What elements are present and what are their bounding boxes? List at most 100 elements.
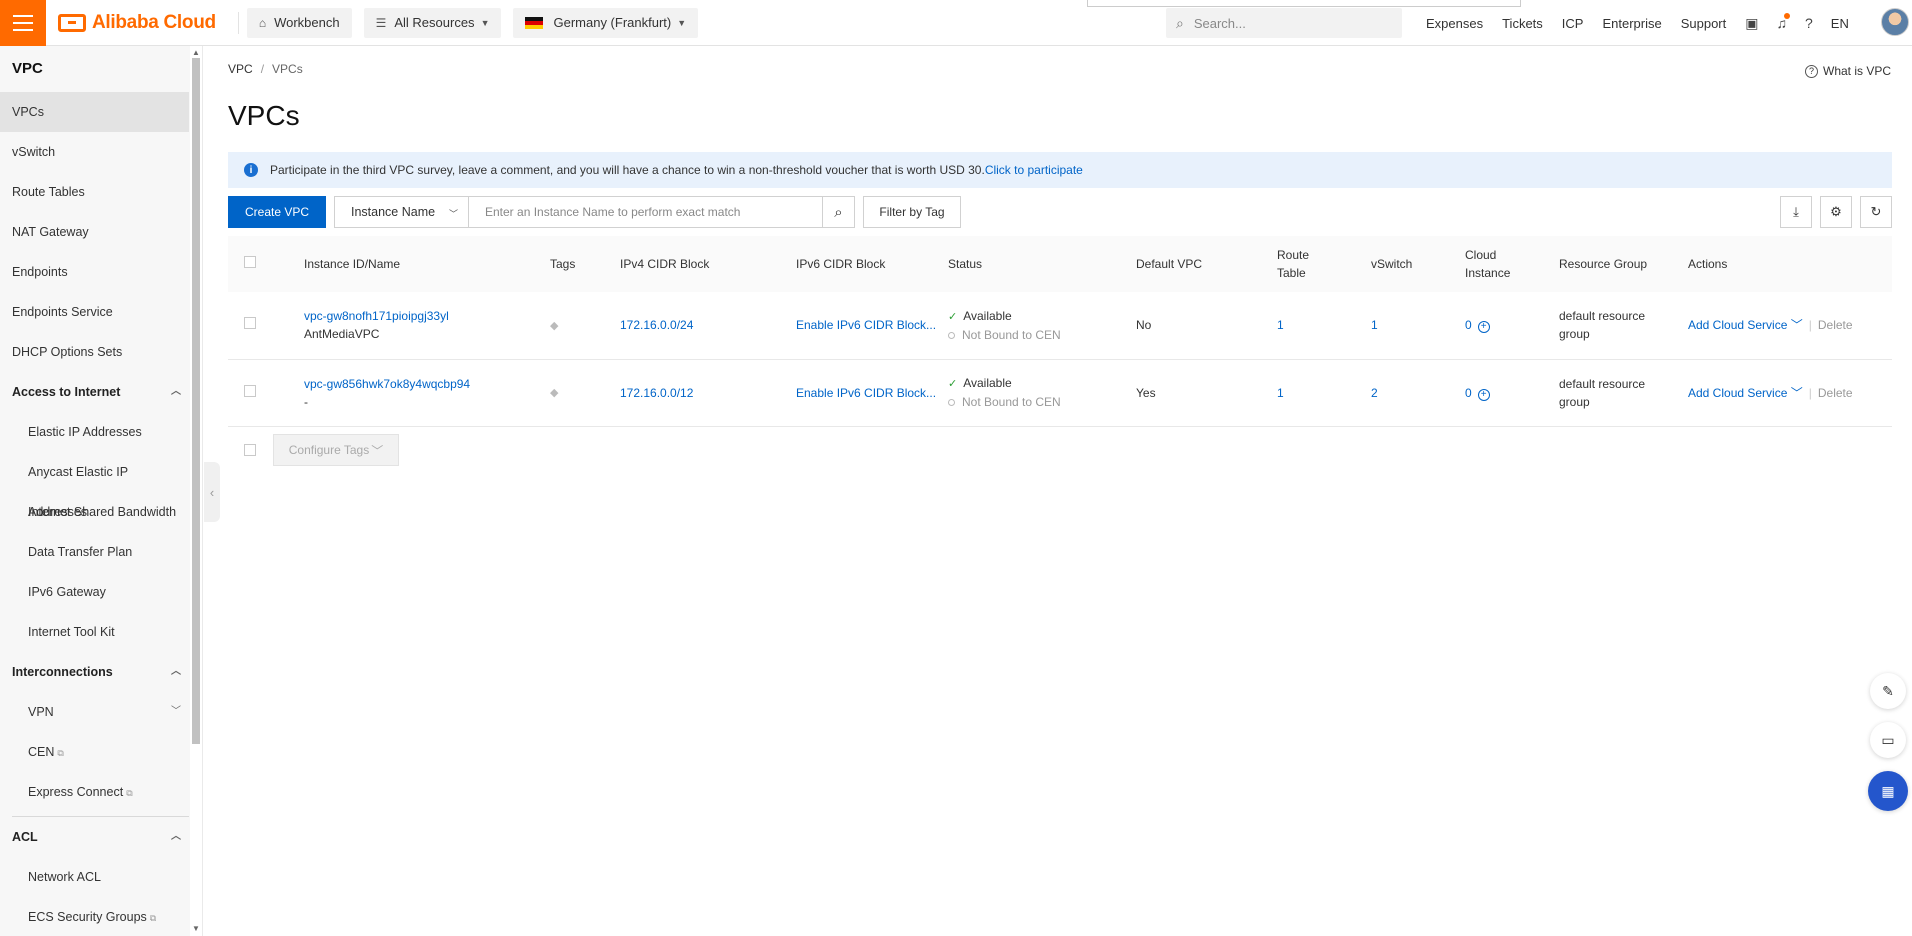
add-circle-icon[interactable]: + — [1477, 388, 1490, 401]
chevron-down-icon: ﹀ — [371, 443, 384, 458]
collapse-sidebar-icon[interactable]: ‹ — [204, 462, 220, 522]
apps-grid-icon[interactable]: ▦ — [1868, 771, 1908, 811]
external-link-icon: ⧉ — [149, 913, 157, 923]
chevron-down-icon: ▼ — [480, 17, 490, 28]
global-search-input[interactable]: ⌕ Search... — [1166, 8, 1402, 38]
scroll-down-icon[interactable]: ▼ — [192, 924, 200, 933]
search-button[interactable]: ⌕ — [823, 196, 855, 228]
survey-notice: i Participate in the third VPC survey, l… — [228, 152, 1892, 188]
terminal-icon[interactable]: ▣ — [1745, 15, 1758, 32]
brand-logo[interactable]: Alibaba Cloud — [58, 0, 216, 46]
footer-select-checkbox[interactable] — [244, 444, 256, 456]
what-is-vpc-link[interactable]: ? What is VPC — [1805, 64, 1891, 78]
sidebar-item-cen[interactable]: CEN ⧉ — [0, 732, 189, 772]
sidebar-group-interconnections[interactable]: Interconnections ︿ — [0, 652, 189, 692]
sidebar-item-vpn[interactable]: VPN ﹀ — [0, 692, 189, 732]
add-circle-icon[interactable]: + — [1477, 321, 1490, 334]
sidebar-item-anycast-eip[interactable]: Anycast Elastic IP Addresses — [0, 452, 189, 519]
germany-flag-icon — [525, 16, 544, 29]
server-icon: ☰ — [375, 15, 387, 30]
sidebar-item-eip[interactable]: Elastic IP Addresses — [0, 412, 189, 452]
nav-enterprise[interactable]: Enterprise — [1602, 16, 1661, 31]
filter-by-tag-button[interactable]: Filter by Tag — [863, 196, 961, 228]
nav-support[interactable]: Support — [1681, 16, 1727, 31]
vswitch-link[interactable]: 2 — [1371, 386, 1378, 400]
refresh-icon[interactable]: ↻ — [1860, 196, 1892, 228]
chevron-down-icon: ﹀ — [448, 209, 458, 219]
sidebar-item-shared-bandwidth[interactable]: Internet Shared Bandwidth — [0, 492, 189, 532]
col-actions: Actions — [1686, 236, 1892, 292]
col-status: Status — [946, 236, 1134, 292]
nav-icp[interactable]: ICP — [1562, 16, 1584, 31]
sidebar-scrollbar[interactable] — [192, 58, 200, 744]
enable-ipv6-link[interactable]: Enable IPv6 CIDR Block... — [796, 386, 936, 400]
region-selector[interactable]: Germany (Frankfurt) ▼ — [513, 7, 699, 38]
default-vpc: No — [1134, 292, 1275, 360]
ipv4-link[interactable]: 172.16.0.0/24 — [620, 318, 693, 332]
sidebar-item-vpcs[interactable]: VPCs — [0, 92, 189, 132]
menu-icon[interactable] — [0, 0, 46, 46]
tag-icon[interactable]: ◆ — [550, 387, 558, 399]
delete-button[interactable]: Delete — [1818, 318, 1853, 332]
question-icon: ? — [1805, 64, 1818, 78]
col-vswitch: vSwitch — [1369, 236, 1463, 292]
route-table-link[interactable]: 1 — [1277, 386, 1284, 400]
delete-button[interactable]: Delete — [1818, 386, 1853, 400]
vpc-id-link[interactable]: vpc-gw8nofh171pioipgj33yl — [304, 309, 449, 323]
filter-field-select[interactable]: Instance Name ﹀ — [334, 196, 469, 228]
feedback-icon[interactable]: ✎ — [1870, 673, 1906, 709]
vswitch-link[interactable]: 1 — [1371, 318, 1378, 332]
cloud-instance-link[interactable]: 0 — [1465, 318, 1472, 332]
sidebar-item-network-acl[interactable]: Network ACL — [0, 857, 189, 897]
cloud-instance-link[interactable]: 0 — [1465, 386, 1472, 400]
sidebar-group-access[interactable]: Access to Internet ︿ — [0, 372, 189, 412]
breadcrumb-vpcs: VPCs — [272, 62, 303, 76]
sidebar-group-acl[interactable]: ACL ︿ — [0, 817, 189, 857]
sidebar: VPC VPCs vSwitch Route Tables NAT Gatewa… — [0, 46, 190, 936]
vpc-name: - — [304, 394, 308, 409]
sidebar-item-dhcp[interactable]: DHCP Options Sets — [0, 332, 189, 372]
gear-icon[interactable]: ⚙ — [1820, 196, 1852, 228]
sidebar-item-endpoints[interactable]: Endpoints — [0, 252, 189, 292]
chevron-down-icon: ﹀ — [1790, 318, 1803, 333]
sidebar-item-data-transfer[interactable]: Data Transfer Plan — [0, 532, 189, 572]
sidebar-item-vswitch[interactable]: vSwitch — [0, 132, 189, 172]
sidebar-item-ipv6-gateway[interactable]: IPv6 Gateway — [0, 572, 189, 612]
download-icon[interactable]: ⤓ — [1780, 196, 1812, 228]
workbench-button[interactable]: ⌂ Workbench — [246, 7, 352, 38]
ipv4-link[interactable]: 172.16.0.0/12 — [620, 386, 693, 400]
scroll-up-icon[interactable]: ▲ — [192, 48, 200, 57]
add-cloud-service-button[interactable]: Add Cloud Service ﹀ — [1688, 386, 1803, 400]
sidebar-item-nat-gateway[interactable]: NAT Gateway — [0, 212, 189, 252]
all-resources-button[interactable]: ☰ All Resources ▼ — [363, 7, 502, 38]
enable-ipv6-link[interactable]: Enable IPv6 CIDR Block... — [796, 318, 936, 332]
sidebar-item-endpoints-service[interactable]: Endpoints Service — [0, 292, 189, 332]
instance-name-input[interactable]: Enter an Instance Name to perform exact … — [469, 196, 823, 228]
sidebar-item-route-tables[interactable]: Route Tables — [0, 172, 189, 212]
row-checkbox[interactable] — [244, 317, 256, 330]
chat-icon[interactable]: ▭ — [1870, 722, 1906, 758]
add-cloud-service-button[interactable]: Add Cloud Service ﹀ — [1688, 318, 1803, 332]
chevron-up-icon: ︿ — [171, 666, 181, 677]
help-icon[interactable]: ? — [1805, 15, 1813, 31]
avatar[interactable] — [1881, 8, 1909, 36]
nav-expenses[interactable]: Expenses — [1426, 16, 1483, 31]
sidebar-item-tool-kit[interactable]: Internet Tool Kit — [0, 612, 189, 652]
vpc-id-link[interactable]: vpc-gw856hwk7ok8y4wqcbp94 — [304, 377, 470, 391]
row-checkbox[interactable] — [244, 384, 256, 397]
participate-link[interactable]: Click to participate — [985, 163, 1083, 177]
breadcrumb-vpc[interactable]: VPC — [228, 62, 253, 76]
route-table-link[interactable]: 1 — [1277, 318, 1284, 332]
tag-icon[interactable]: ◆ — [550, 320, 558, 332]
nav-tickets[interactable]: Tickets — [1502, 16, 1543, 31]
col-tags: Tags — [548, 236, 618, 292]
col-ipv6: IPv6 CIDR Block — [794, 236, 946, 292]
chevron-up-icon: ︿ — [171, 386, 181, 397]
create-vpc-button[interactable]: Create VPC — [228, 196, 326, 228]
bell-icon[interactable]: ♫ — [1777, 13, 1790, 31]
select-all-checkbox[interactable] — [244, 256, 256, 268]
sidebar-item-security-groups[interactable]: ECS Security Groups ⧉ — [0, 897, 189, 936]
sidebar-item-express-connect[interactable]: Express Connect ⧉ — [0, 772, 189, 812]
external-link-icon: ⧉ — [126, 788, 133, 798]
language-selector[interactable]: EN — [1831, 16, 1849, 31]
